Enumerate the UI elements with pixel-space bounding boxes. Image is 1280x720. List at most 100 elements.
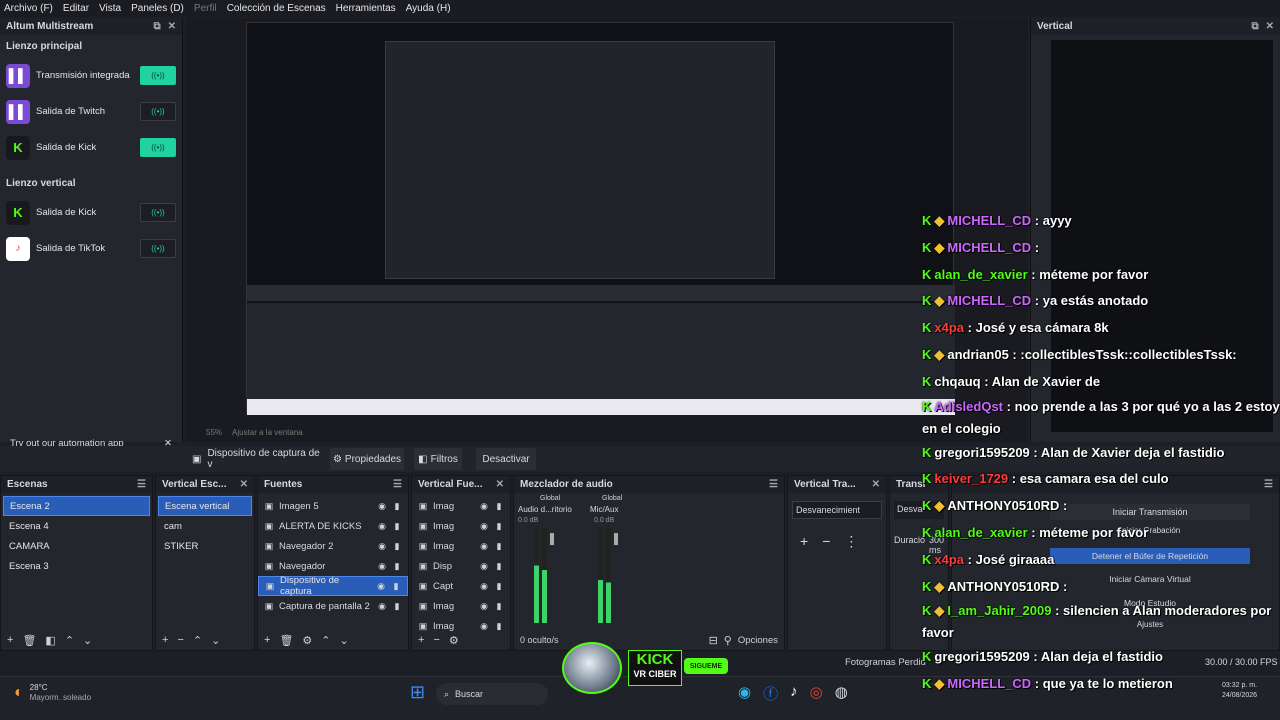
list-item[interactable]: CAMARA bbox=[3, 536, 150, 556]
eye-icon[interactable]: ◉ bbox=[479, 581, 489, 592]
menu-item[interactable]: Archivo (F) bbox=[4, 3, 53, 14]
eye-icon[interactable]: ◉ bbox=[479, 501, 489, 512]
source-row[interactable]: ▣ Dispositivo de captura ◉ ▮ bbox=[258, 575, 408, 597]
source-row[interactable]: ▣ Capt ◉ ▮ bbox=[412, 576, 510, 596]
remove-icon[interactable]: − bbox=[433, 634, 439, 646]
eye-icon[interactable]: ◉ bbox=[377, 541, 387, 552]
menu-item[interactable]: Herramientas bbox=[336, 3, 396, 14]
trash-icon[interactable]: 🗑 bbox=[22, 634, 36, 647]
source-row[interactable]: ▣ Imag ◉ ▮ bbox=[412, 596, 510, 616]
menu-item[interactable]: Editar bbox=[63, 3, 89, 14]
channel-mic[interactable]: Mic/Aux bbox=[590, 505, 618, 514]
source-row[interactable]: ▣ Disp ◉ ▮ bbox=[412, 556, 510, 576]
lock-icon[interactable]: ▮ bbox=[494, 501, 504, 512]
close-icon[interactable]: ✕ bbox=[1266, 21, 1274, 32]
eye-icon[interactable]: ◉ bbox=[479, 541, 489, 552]
menu-item[interactable]: Colección de Escenas bbox=[227, 3, 326, 14]
menu-icon[interactable]: ☰ bbox=[393, 479, 402, 490]
add-icon[interactable]: + bbox=[418, 634, 424, 646]
down-icon[interactable]: ⌄ bbox=[340, 634, 349, 647]
list-item[interactable]: Escena vertical bbox=[158, 496, 252, 516]
down-icon[interactable]: ⌄ bbox=[211, 634, 220, 647]
up-icon[interactable]: ⌃ bbox=[65, 634, 74, 647]
float-icon[interactable]: ⧉ bbox=[1251, 21, 1258, 32]
list-item[interactable]: STIKER bbox=[158, 536, 252, 556]
remove-icon[interactable]: − bbox=[822, 533, 830, 550]
more-icon[interactable]: ⋮ bbox=[844, 533, 858, 550]
deactivate-button[interactable]: Desactivar bbox=[476, 448, 536, 470]
output-toggle[interactable]: ((•)) bbox=[140, 102, 176, 121]
output-toggle[interactable]: ((•)) bbox=[140, 239, 176, 258]
eye-icon[interactable]: ◉ bbox=[376, 581, 386, 592]
source-row[interactable]: ▣ Imagen 5 ◉ ▮ bbox=[258, 496, 408, 516]
tiktok-icon[interactable]: ♪ bbox=[790, 683, 798, 704]
down-icon[interactable]: ⌄ bbox=[83, 634, 92, 647]
menu-icon[interactable]: ☰ bbox=[137, 479, 146, 490]
lock-icon[interactable]: ▮ bbox=[494, 521, 504, 532]
source-row[interactable]: ▣ Imag ◉ ▮ bbox=[412, 536, 510, 556]
add-icon[interactable]: + bbox=[162, 634, 168, 646]
gear-icon[interactable]: ⚙ bbox=[449, 634, 459, 647]
meter-mic[interactable] bbox=[598, 527, 626, 623]
trash-icon[interactable]: 🗑 bbox=[279, 634, 293, 647]
source-row[interactable]: ▣ Navegador 2 ◉ ▮ bbox=[258, 536, 408, 556]
menu-item[interactable]: Paneles (D) bbox=[131, 3, 184, 14]
lock-icon[interactable]: ▮ bbox=[392, 601, 402, 612]
channel-desktop[interactable]: Audio d...ritorio bbox=[518, 505, 572, 514]
meter-desktop[interactable] bbox=[534, 527, 562, 623]
output-toggle[interactable]: ((•)) bbox=[140, 138, 176, 157]
add-icon[interactable]: + bbox=[7, 634, 13, 646]
close-icon[interactable]: ✕ bbox=[872, 479, 880, 490]
lock-icon[interactable]: ▮ bbox=[494, 541, 504, 552]
menu-icon[interactable]: ☰ bbox=[769, 479, 778, 490]
lock-icon[interactable]: ▮ bbox=[392, 541, 402, 552]
source-row[interactable]: ▣ ALERTA DE KICKS ◉ ▮ bbox=[258, 516, 408, 536]
list-item[interactable]: Escena 2 bbox=[3, 496, 150, 516]
lock-icon[interactable]: ▮ bbox=[392, 561, 402, 572]
lock-icon[interactable]: ▮ bbox=[392, 501, 402, 512]
search-box[interactable]: ⌕ Buscar bbox=[436, 683, 548, 705]
menu-item[interactable]: Ayuda (H) bbox=[406, 3, 451, 14]
options-button[interactable]: Opciones bbox=[738, 635, 778, 646]
eye-icon[interactable]: ◉ bbox=[377, 521, 387, 532]
menu-item[interactable]: Vista bbox=[99, 3, 121, 14]
add-icon[interactable]: + bbox=[800, 533, 808, 550]
source-row[interactable]: ▣ Navegador ◉ ▮ bbox=[258, 556, 408, 576]
output-toggle[interactable]: ((•)) bbox=[140, 66, 176, 85]
lock-icon[interactable]: ▮ bbox=[494, 561, 504, 572]
list-item[interactable]: cam bbox=[158, 516, 252, 536]
edge-icon[interactable]: ◉ bbox=[738, 683, 751, 704]
remove-icon[interactable]: − bbox=[177, 634, 183, 646]
weather-widget[interactable]: ◐ 28°C Mayorm. soleado bbox=[14, 683, 91, 703]
add-icon[interactable]: + bbox=[264, 634, 270, 646]
filter-icon[interactable]: ◧ bbox=[45, 634, 55, 647]
lock-icon[interactable]: ▮ bbox=[392, 521, 402, 532]
source-row[interactable]: ▣ Imag ◉ ▮ bbox=[412, 516, 510, 536]
eye-icon[interactable]: ◉ bbox=[377, 561, 387, 572]
lock-icon[interactable]: ▮ bbox=[391, 581, 401, 592]
facebook-icon[interactable]: ⓕ bbox=[763, 683, 778, 704]
gear-icon[interactable]: ⚙ bbox=[302, 634, 312, 647]
fit-label[interactable]: Ajustar a la ventana bbox=[232, 428, 303, 442]
vertical-transition-select[interactable]: Desvanecimient bbox=[792, 501, 882, 519]
up-icon[interactable]: ⌃ bbox=[321, 634, 330, 647]
source-row[interactable]: ▣ Imag ◉ ▮ bbox=[412, 496, 510, 516]
lock-icon[interactable]: ▮ bbox=[494, 581, 504, 592]
eye-icon[interactable]: ◉ bbox=[479, 521, 489, 532]
eye-icon[interactable]: ◉ bbox=[377, 501, 387, 512]
close-icon[interactable]: ✕ bbox=[168, 21, 176, 32]
menu-item[interactable]: Perfil bbox=[194, 3, 217, 14]
filters-button[interactable]: ◧ Filtros bbox=[414, 448, 462, 470]
float-icon[interactable]: ⧉ bbox=[153, 21, 160, 32]
zoom-value[interactable]: 55% bbox=[206, 428, 222, 442]
output-toggle[interactable]: ((•)) bbox=[140, 203, 176, 222]
eye-icon[interactable]: ◉ bbox=[479, 561, 489, 572]
close-icon[interactable]: ✕ bbox=[240, 479, 248, 490]
close-icon[interactable]: ✕ bbox=[496, 479, 504, 490]
windows-start-icon[interactable]: ⊞ bbox=[410, 682, 425, 703]
source-row[interactable]: ▣ Captura de pantalla 2 ◉ ▮ bbox=[258, 596, 408, 616]
list-item[interactable]: Escena 3 bbox=[3, 556, 150, 576]
eye-icon[interactable]: ◉ bbox=[377, 601, 387, 612]
properties-button[interactable]: ⚙ Propiedades bbox=[330, 448, 404, 470]
chrome-icon[interactable]: ◎ bbox=[810, 683, 823, 704]
